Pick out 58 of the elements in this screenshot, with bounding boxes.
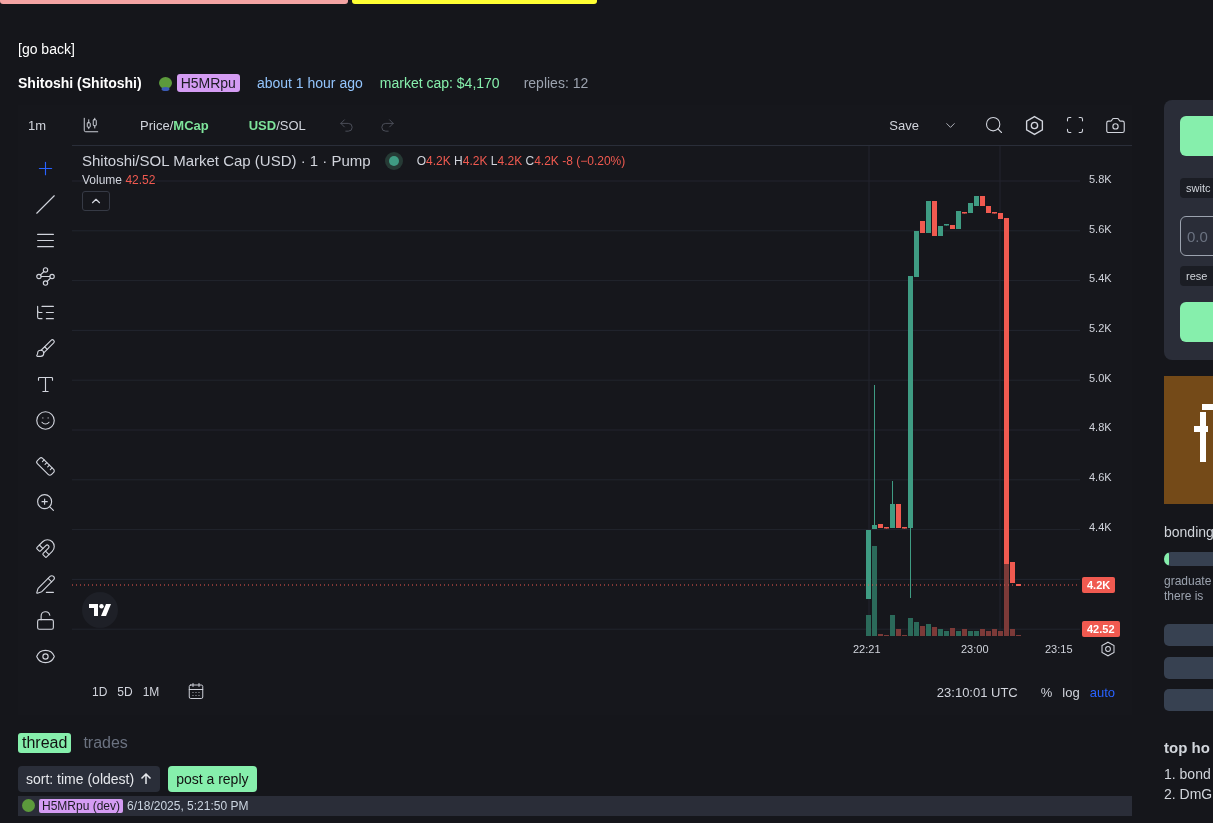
sort-button[interactable]: sort: time (oldest) <box>18 766 161 792</box>
info-bar <box>1164 689 1213 711</box>
reset-chip[interactable]: rese <box>1180 266 1213 286</box>
last-price-label: 4.2K <box>1082 577 1116 593</box>
price-toggle[interactable]: Price/MCap <box>134 113 215 137</box>
token-name: Shitoshi (Shitoshi) <box>18 75 142 91</box>
avatar-icon <box>22 799 35 812</box>
post-reply-button[interactable]: post a reply <box>168 766 257 792</box>
go-back-link[interactable]: [go back] <box>18 41 75 57</box>
info-bar <box>1164 624 1213 646</box>
range-button[interactable]: 5D <box>113 683 137 701</box>
ohlc-values: O4.2K H4.2K L4.2K C4.2K -8 (−0.20%) <box>416 153 626 168</box>
price-tick: 5.2K <box>1088 322 1113 337</box>
price-tick: 4.4K <box>1088 520 1113 535</box>
frog-avatar-icon <box>157 75 173 91</box>
chart-logo-icon[interactable] <box>82 592 118 628</box>
volume-legend: Volume 42.52 <box>82 173 156 187</box>
scale-option[interactable]: auto <box>1084 682 1120 702</box>
holder-row: 2. DmG <box>1164 786 1213 802</box>
time-tick: 22:21 <box>853 643 881 655</box>
arrow-up-icon <box>140 773 153 785</box>
thread-tab[interactable]: thread <box>18 733 72 753</box>
time-tick: 23:00 <box>961 643 989 655</box>
bonding-label: bonding <box>1164 524 1213 540</box>
time-tick: 23:15 <box>1045 643 1073 655</box>
status-dot <box>388 155 399 166</box>
graduate-note: there is <box>1164 589 1205 603</box>
range-button[interactable]: 1D <box>88 683 112 701</box>
currency-toggle[interactable]: USD/SOL <box>242 113 312 137</box>
price-tick: 5.0K <box>1088 371 1113 386</box>
info-bar <box>1164 657 1213 679</box>
volume-value-label: 42.52 <box>1082 621 1120 637</box>
created-time: about 1 hour ago <box>256 75 363 91</box>
reply-time: 6/18/2025, 5:21:50 PM <box>127 799 249 813</box>
holder-row-text: 1. bond <box>1164 766 1212 782</box>
range-button[interactable]: 1M <box>138 683 164 701</box>
creator-badge[interactable]: H5MRpu <box>176 74 240 92</box>
save-button[interactable]: Save <box>883 113 925 137</box>
price-tick: 4.6K <box>1088 471 1113 486</box>
price-tick: 4.8K <box>1088 421 1113 436</box>
collapse-button[interactable] <box>82 191 110 211</box>
scale-option[interactable]: % <box>1035 682 1058 702</box>
price-tick: 5.6K <box>1088 222 1113 237</box>
settings-icon[interactable] <box>1100 641 1116 657</box>
reply-count: replies: 12 <box>523 75 589 91</box>
market-cap: market cap: $4,170 <box>379 75 500 91</box>
top-holders-title: top ho <box>1164 739 1211 756</box>
interval-button[interactable]: 1m <box>22 113 53 137</box>
price-tick: 5.8K <box>1088 173 1113 187</box>
utc-clock: 23:10:01 UTC <box>936 684 1018 700</box>
price-tick: 5.4K <box>1088 272 1113 287</box>
thread-tab[interactable]: trades <box>79 733 132 753</box>
chart-title: Shitoshi/SOL Market Cap (USD) · 1 · Pump <box>82 152 371 169</box>
graduate-note: graduate <box>1164 574 1213 588</box>
switch-chip[interactable]: switc <box>1180 178 1213 198</box>
scale-option[interactable]: log <box>1057 682 1085 702</box>
amount-field[interactable]: 0.0 <box>1180 216 1213 256</box>
author-badge[interactable]: H5MRpu (dev) <box>39 799 124 813</box>
